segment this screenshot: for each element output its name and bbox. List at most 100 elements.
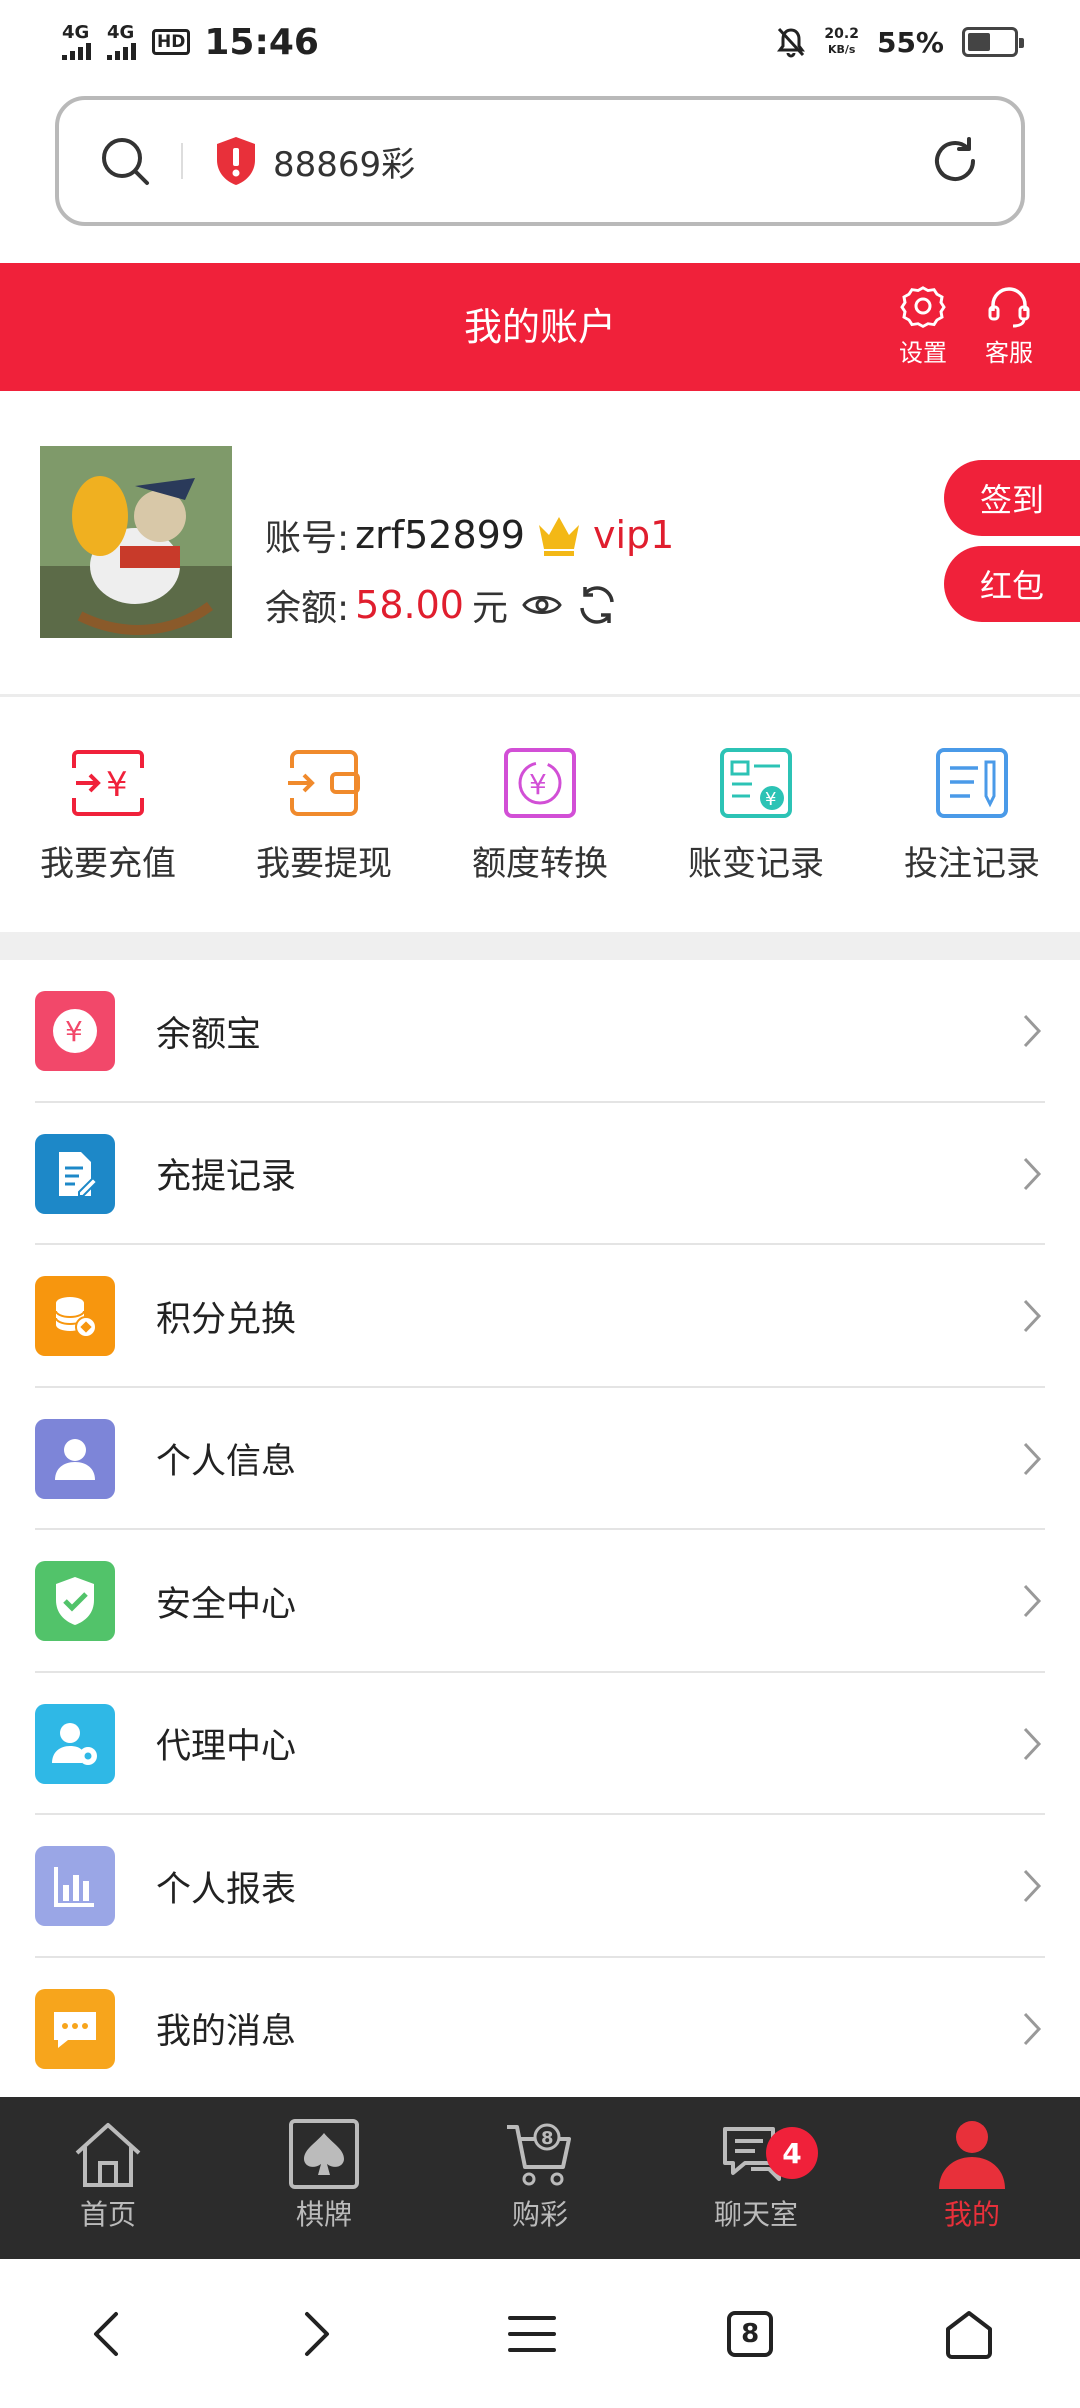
checkin-button[interactable]: 签到 [944,460,1080,536]
url-text[interactable]: 88869彩 [273,137,415,186]
recharge-icon: ¥ [72,750,144,816]
menu-item-personal-report[interactable]: 个人报表 [0,1815,1080,1958]
clock: 15:46 [204,21,319,63]
transfer-label: 额度转换 [472,844,608,884]
chevron-right-icon [1023,1727,1042,1760]
avatar-image [40,446,232,638]
security-warning-icon[interactable] [213,135,259,187]
tab-mine[interactable]: 我的 [864,2097,1080,2259]
net-speed: 20.2 KB/s [824,26,859,57]
hd-icon: HD [152,29,191,55]
chevron-right-icon [1023,1870,1042,1903]
battery-percent: 55% [876,25,944,59]
forward-icon[interactable] [297,2309,337,2359]
user-gear-icon [35,1703,115,1784]
page-header: 我的账户 设置 客服 [0,263,1080,391]
withdraw-button[interactable]: 我要提现 [216,700,432,932]
menu-item-my-messages[interactable]: 我的消息 [0,1958,1080,2101]
network-type-2: 4G [107,22,135,43]
shield-check-icon [35,1561,115,1642]
document-edit-icon [35,1133,115,1214]
account-record-label: 账变记录 [688,844,824,884]
customer-service-button[interactable]: 客服 [985,285,1033,368]
menu-item-balance-treasure[interactable]: ¥ 余额宝 [0,960,1080,1103]
account-record-icon: ¥ [720,748,792,818]
menu-label: 余额宝 [156,1014,262,1055]
cart-icon: 8 [507,2123,571,2186]
redpacket-button[interactable]: 红包 [944,546,1080,622]
section-gap [0,932,1080,960]
menu-label: 代理中心 [156,1727,297,1768]
service-label: 客服 [985,339,1033,367]
bet-record-label: 投注记录 [904,844,1040,884]
home-icon [75,2123,141,2187]
settings-label: 设置 [899,339,947,367]
tab-home[interactable]: 首页 [0,2097,216,2259]
bottom-tab-bar: 首页 棋牌 8 购彩 聊天室 4 我的 [0,2097,1080,2259]
refresh-icon[interactable] [929,135,981,187]
menu-item-deposit-withdraw-records[interactable]: 充提记录 [0,1103,1080,1245]
spade-card-icon [289,2119,359,2189]
account-label: 账号: [265,518,350,559]
svg-text:8: 8 [541,2128,554,2149]
menu-list: ¥ 余额宝 充提记录 积分兑换 个人信息 安全中心 代理中心 个人报表 我的消息 [0,960,1080,2100]
tab-chess[interactable]: 棋牌 [216,2097,432,2259]
chevron-right-icon [1023,1015,1042,1048]
transfer-button[interactable]: ¥ 额度转换 [432,700,648,932]
menu-label: 个人报表 [156,1869,297,1910]
unread-badge: 4 [766,2127,818,2179]
withdraw-label: 我要提现 [256,844,392,884]
menu-label: 我的消息 [156,2012,297,2053]
svg-text:¥: ¥ [106,765,128,805]
menu-label: 安全中心 [156,1584,297,1625]
coins-icon [35,1276,115,1357]
back-icon[interactable] [86,2309,126,2359]
yuan-icon: ¥ [35,991,115,1072]
balance-label: 余额: [265,588,350,629]
signal-icon: 4G [62,24,91,60]
avatar[interactable] [40,446,232,638]
tab-chatroom[interactable]: 聊天室 4 [648,2097,864,2259]
menu-label: 个人信息 [156,1442,297,1483]
svg-text:¥: ¥ [529,768,547,801]
headset-icon [988,287,1030,328]
transfer-icon: ¥ [504,748,576,818]
address-bar[interactable]: 88869彩 [55,96,1025,226]
recharge-button[interactable]: ¥ 我要充值 [0,700,216,932]
chevron-right-icon [1023,1585,1042,1618]
withdraw-icon [288,750,360,816]
bet-record-icon [936,748,1008,818]
account-record-button[interactable]: ¥ 账变记录 [648,700,864,932]
tabs-count-button[interactable]: 8 [727,2310,774,2357]
chevron-right-icon [1023,1300,1042,1333]
chevron-right-icon [1023,2012,1042,2045]
gear-icon [900,286,946,329]
menu-item-personal-info[interactable]: 个人信息 [0,1388,1080,1530]
refresh-balance-icon[interactable] [576,584,618,626]
tab-buy-lottery[interactable]: 8 购彩 [432,2097,648,2259]
network-type: 4G [62,22,90,43]
eye-icon[interactable] [522,591,562,619]
svg-text:¥: ¥ [765,789,776,810]
search-icon[interactable] [99,135,151,187]
tab-label: 棋牌 [295,2198,352,2231]
signal-icon-2: 4G [107,24,136,60]
menu-icon[interactable] [507,2312,556,2356]
status-bar: 4G 4G HD 15:46 20.2 KB/s 55% [0,0,1080,84]
chevron-right-icon [1023,1157,1042,1190]
menu-item-agent-center[interactable]: 代理中心 [0,1673,1080,1815]
menu-item-points-exchange[interactable]: 积分兑换 [0,1245,1080,1388]
bet-record-button[interactable]: 投注记录 [864,700,1080,932]
account-name: zrf52899 [355,513,525,557]
tab-label: 聊天室 [713,2198,798,2231]
tab-label: 购彩 [511,2198,568,2231]
crown-icon [538,517,579,556]
settings-button[interactable]: 设置 [898,285,948,368]
menu-item-security-center[interactable]: 安全中心 [0,1530,1080,1673]
user-icon [939,2121,1005,2189]
quick-actions: ¥ 我要充值 我要提现 ¥ 额度转换 ¥ 账变记录 投注记录 [0,700,1080,932]
divider [181,143,183,179]
vip-level: vip1 [592,513,675,557]
tab-label: 我的 [943,2198,1000,2231]
home-icon[interactable] [944,2309,994,2359]
